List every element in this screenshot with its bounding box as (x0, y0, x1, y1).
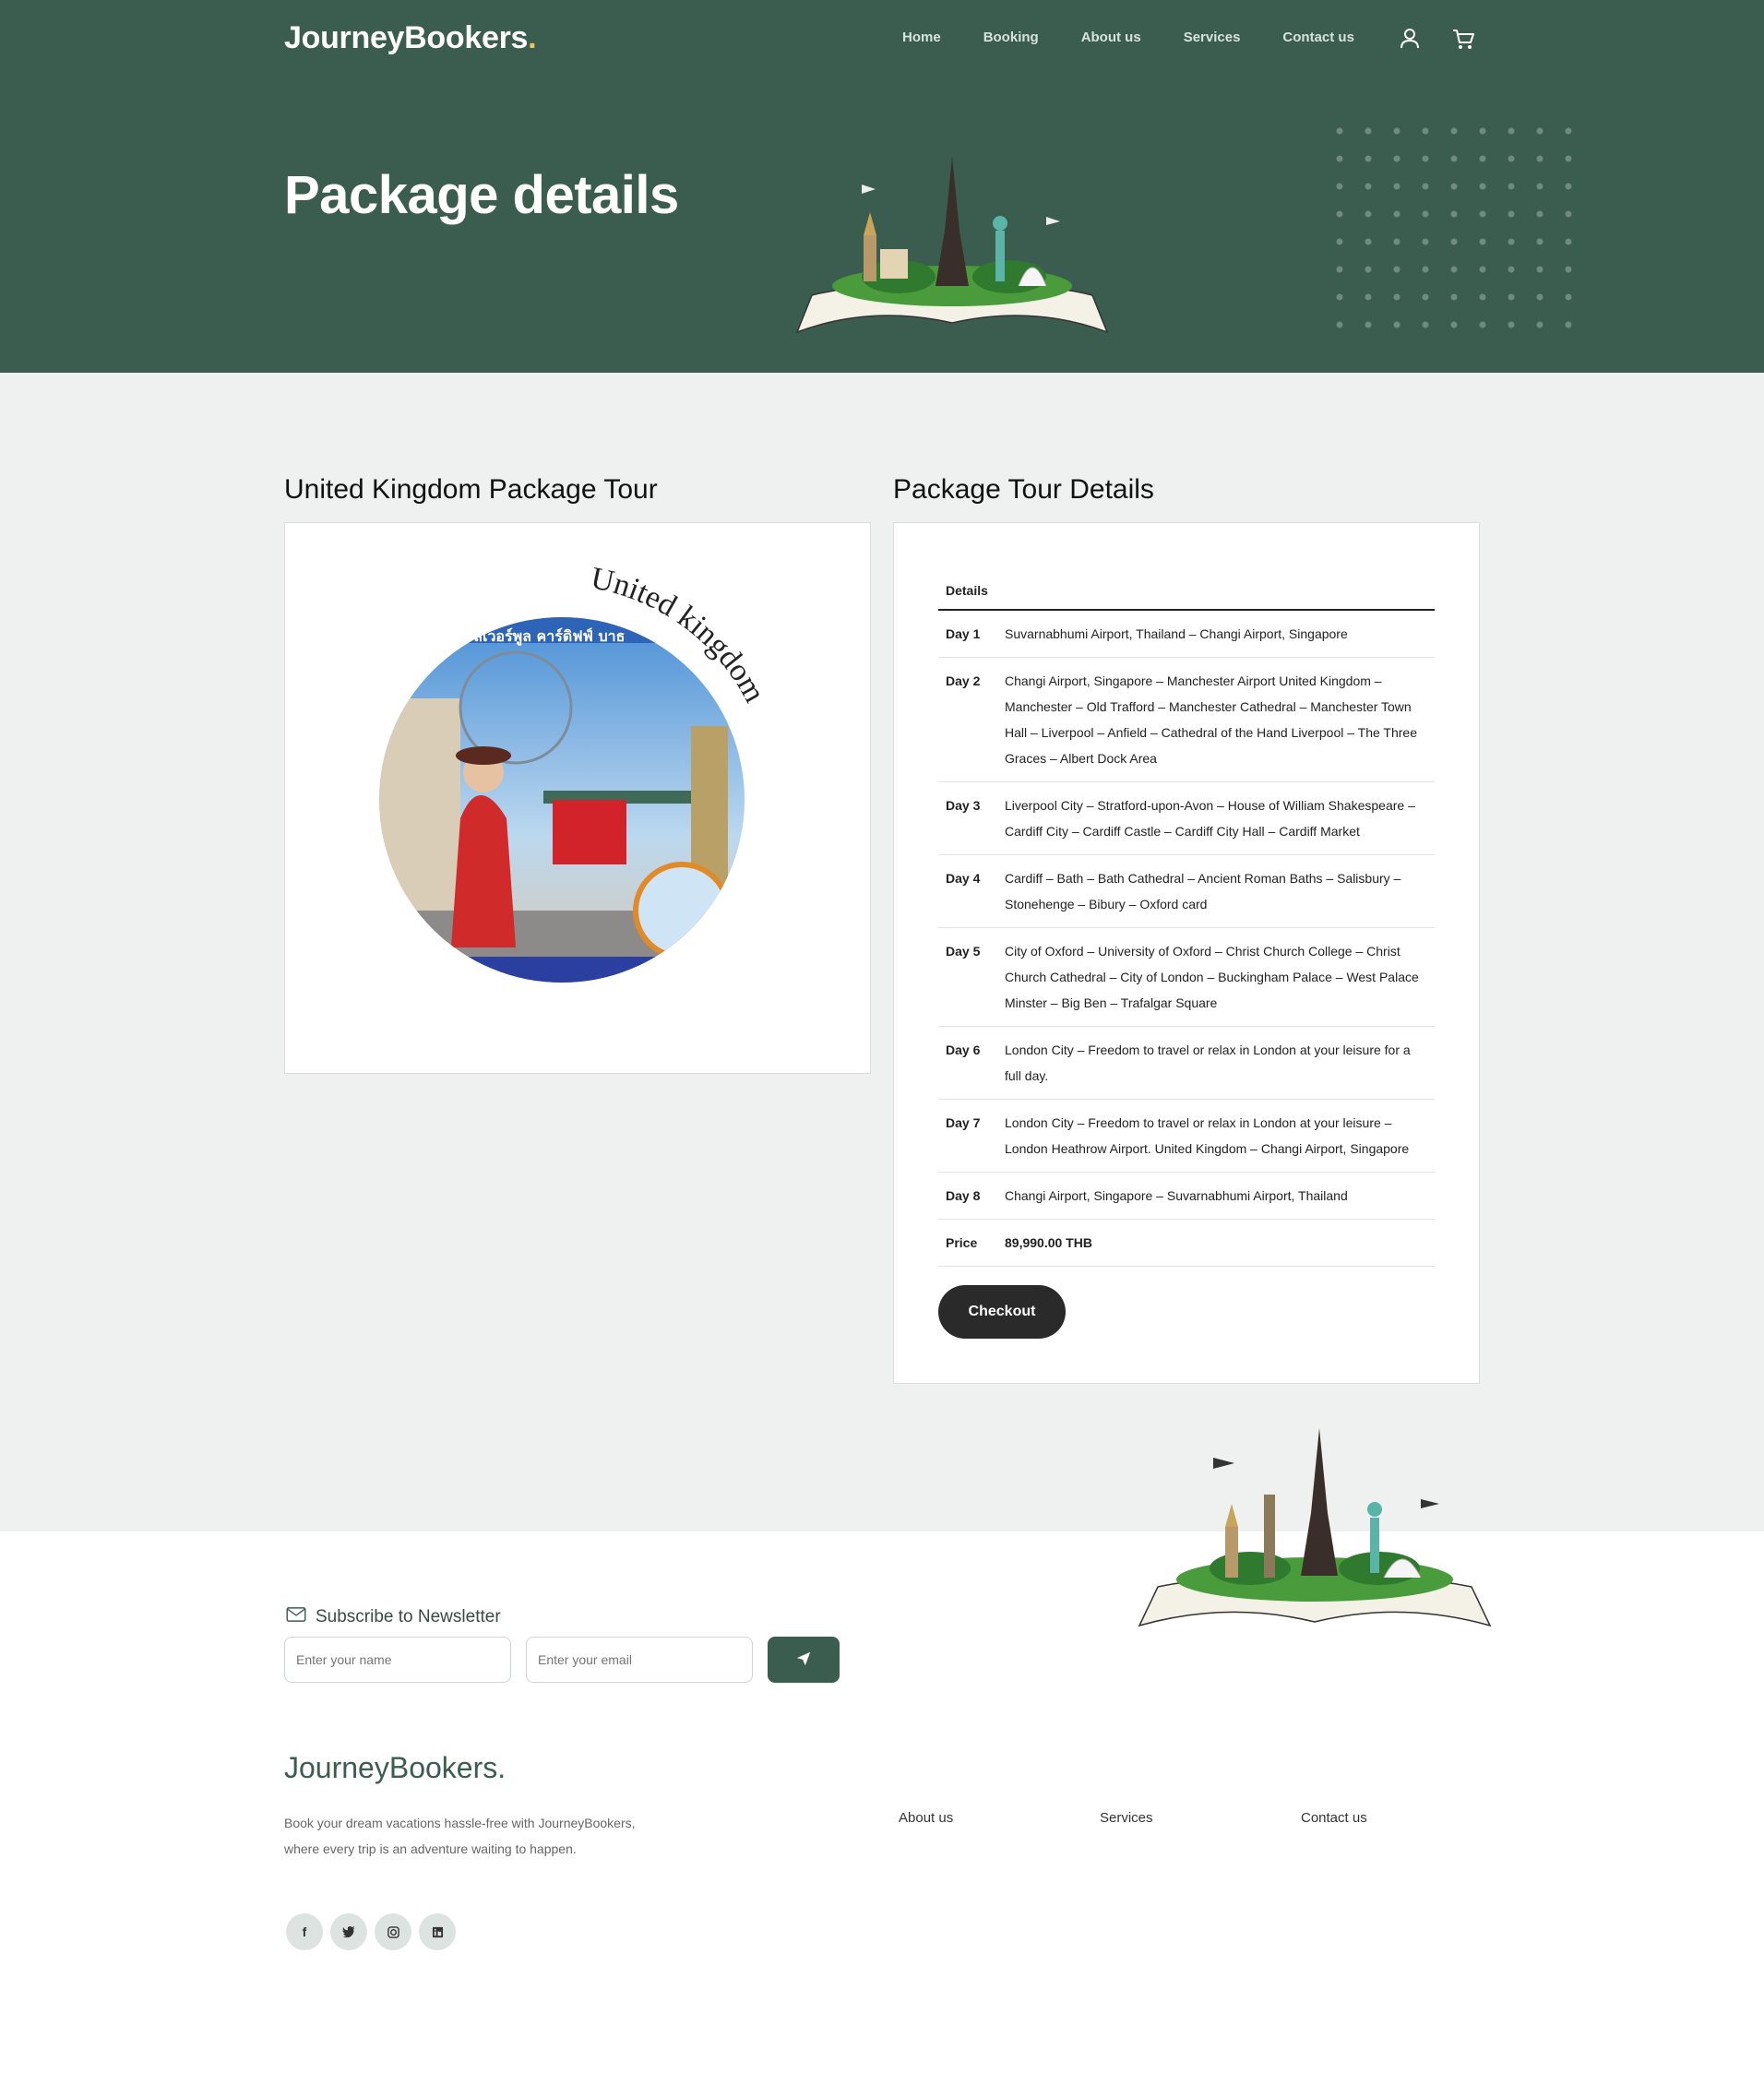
footer-link-services[interactable]: Services (1100, 1810, 1153, 1826)
footer-link-contact[interactable]: Contact us (1301, 1810, 1367, 1826)
footer-description: Book your dream vacations hassle-free wi… (284, 1816, 636, 1856)
main-nav: Home Booking About us Services Contact u… (902, 30, 1354, 45)
table-row: Day 6 London City – Freedom to travel or … (938, 1026, 1435, 1100)
brand-logo[interactable]: JourneyBookers. (284, 20, 537, 56)
table-row: Day 2 Changi Airport, Singapore – Manches… (938, 657, 1435, 782)
table-header: Details (938, 569, 1435, 611)
row-day: Day 4 (938, 854, 997, 928)
footer (0, 1531, 1764, 2085)
package-image: United kingdom ร์ ลิเวอร์พูล คาร์ดิฟฟ์ บ… (379, 561, 771, 983)
svg-text:ร์ ลิเวอร์พูล คาร์ดิฟฟ์ บาธ: ร์ ลิเวอร์พูล คาร์ดิฟฟ์ บาธ (460, 627, 625, 647)
email-input[interactable] (526, 1637, 753, 1683)
row-day: Day 7 (938, 1099, 997, 1173)
row-description: London City – Freedom to travel or relax… (997, 1099, 1435, 1173)
hero-travel-illustration (795, 157, 1109, 334)
nav-services[interactable]: Services (1184, 30, 1241, 45)
row-day: Day 5 (938, 927, 997, 1027)
row-description: Changi Airport, Singapore – Suvarnabhumi… (997, 1172, 1435, 1220)
page-title: Package details (284, 165, 679, 225)
name-input[interactable] (284, 1637, 511, 1683)
table-row: Day 8 Changi Airport, Singapore – Suvarna… (938, 1172, 1435, 1220)
send-icon (795, 1650, 812, 1670)
price-value: 89,990.00 THB (997, 1219, 1435, 1267)
row-day: Day 8 (938, 1172, 997, 1220)
mail-icon (286, 1607, 306, 1627)
instagram-icon[interactable] (375, 1913, 411, 1950)
itinerary-table: Details Day 1 Suvarnabhumi Airport, Thail… (938, 569, 1435, 1267)
row-day: Day 2 (938, 657, 997, 782)
table-row: Day 1 Suvarnabhumi Airport, Thailand – Ch… (938, 610, 1435, 658)
package-image-card: United kingdom ร์ ลิเวอร์พูล คาร์ดิฟฟ์ บ… (284, 522, 871, 1074)
checkout-button[interactable]: Checkout (938, 1285, 1066, 1339)
price-label: Price (938, 1219, 997, 1267)
row-description: Liverpool City – Stratford-upon-Avon – H… (997, 781, 1435, 855)
package-title: United Kingdom Package Tour (284, 474, 658, 505)
nav-about[interactable]: About us (1081, 30, 1141, 45)
table-row: Day 5 City of Oxford – University of Oxfo… (938, 927, 1435, 1027)
row-description: City of Oxford – University of Oxford – … (997, 927, 1435, 1027)
row-day: Day 3 (938, 781, 997, 855)
nav-booking[interactable]: Booking (983, 30, 1039, 45)
user-icon[interactable] (1397, 26, 1423, 52)
nav-home[interactable]: Home (902, 30, 941, 45)
twitter-icon[interactable] (330, 1913, 367, 1950)
row-description: London City – Freedom to travel or relax… (997, 1026, 1435, 1100)
footer-travel-illustration (1138, 1428, 1492, 1627)
details-title: Package Tour Details (893, 474, 1154, 505)
row-description: Cardiff – Bath – Bath Cathedral – Ancien… (997, 854, 1435, 928)
footer-link-about[interactable]: About us (899, 1810, 953, 1826)
nav-contact[interactable]: Contact us (1282, 30, 1354, 45)
table-row: Day 4 Cardiff – Bath – Bath Cathedral – A… (938, 854, 1435, 928)
table-row: Day 7 London City – Freedom to travel or … (938, 1099, 1435, 1173)
row-day: Day 1 (938, 610, 997, 658)
cart-icon[interactable] (1450, 26, 1476, 52)
header-icons (1397, 26, 1476, 52)
details-card: Details Day 1 Suvarnabhumi Airport, Thail… (893, 522, 1480, 1384)
row-description: Suvarnabhumi Airport, Thailand – Changi … (997, 610, 1435, 658)
subscribe-button[interactable] (768, 1637, 840, 1683)
newsletter-label: Subscribe to Newsletter (286, 1607, 501, 1627)
social-links: f (286, 1913, 456, 1950)
hero-banner (0, 0, 1764, 373)
dot-pattern (1336, 127, 1572, 328)
row-description: Changi Airport, Singapore – Manchester A… (997, 657, 1435, 782)
table-row: Day 3 Liverpool City – Stratford-upon-Avo… (938, 781, 1435, 855)
facebook-icon[interactable]: f (286, 1913, 323, 1950)
footer-brand[interactable]: JourneyBookers. (284, 1751, 506, 1785)
row-day: Day 6 (938, 1026, 997, 1100)
price-row: Price 89,990.00 THB (938, 1219, 1435, 1267)
linkedin-icon[interactable] (419, 1913, 456, 1950)
